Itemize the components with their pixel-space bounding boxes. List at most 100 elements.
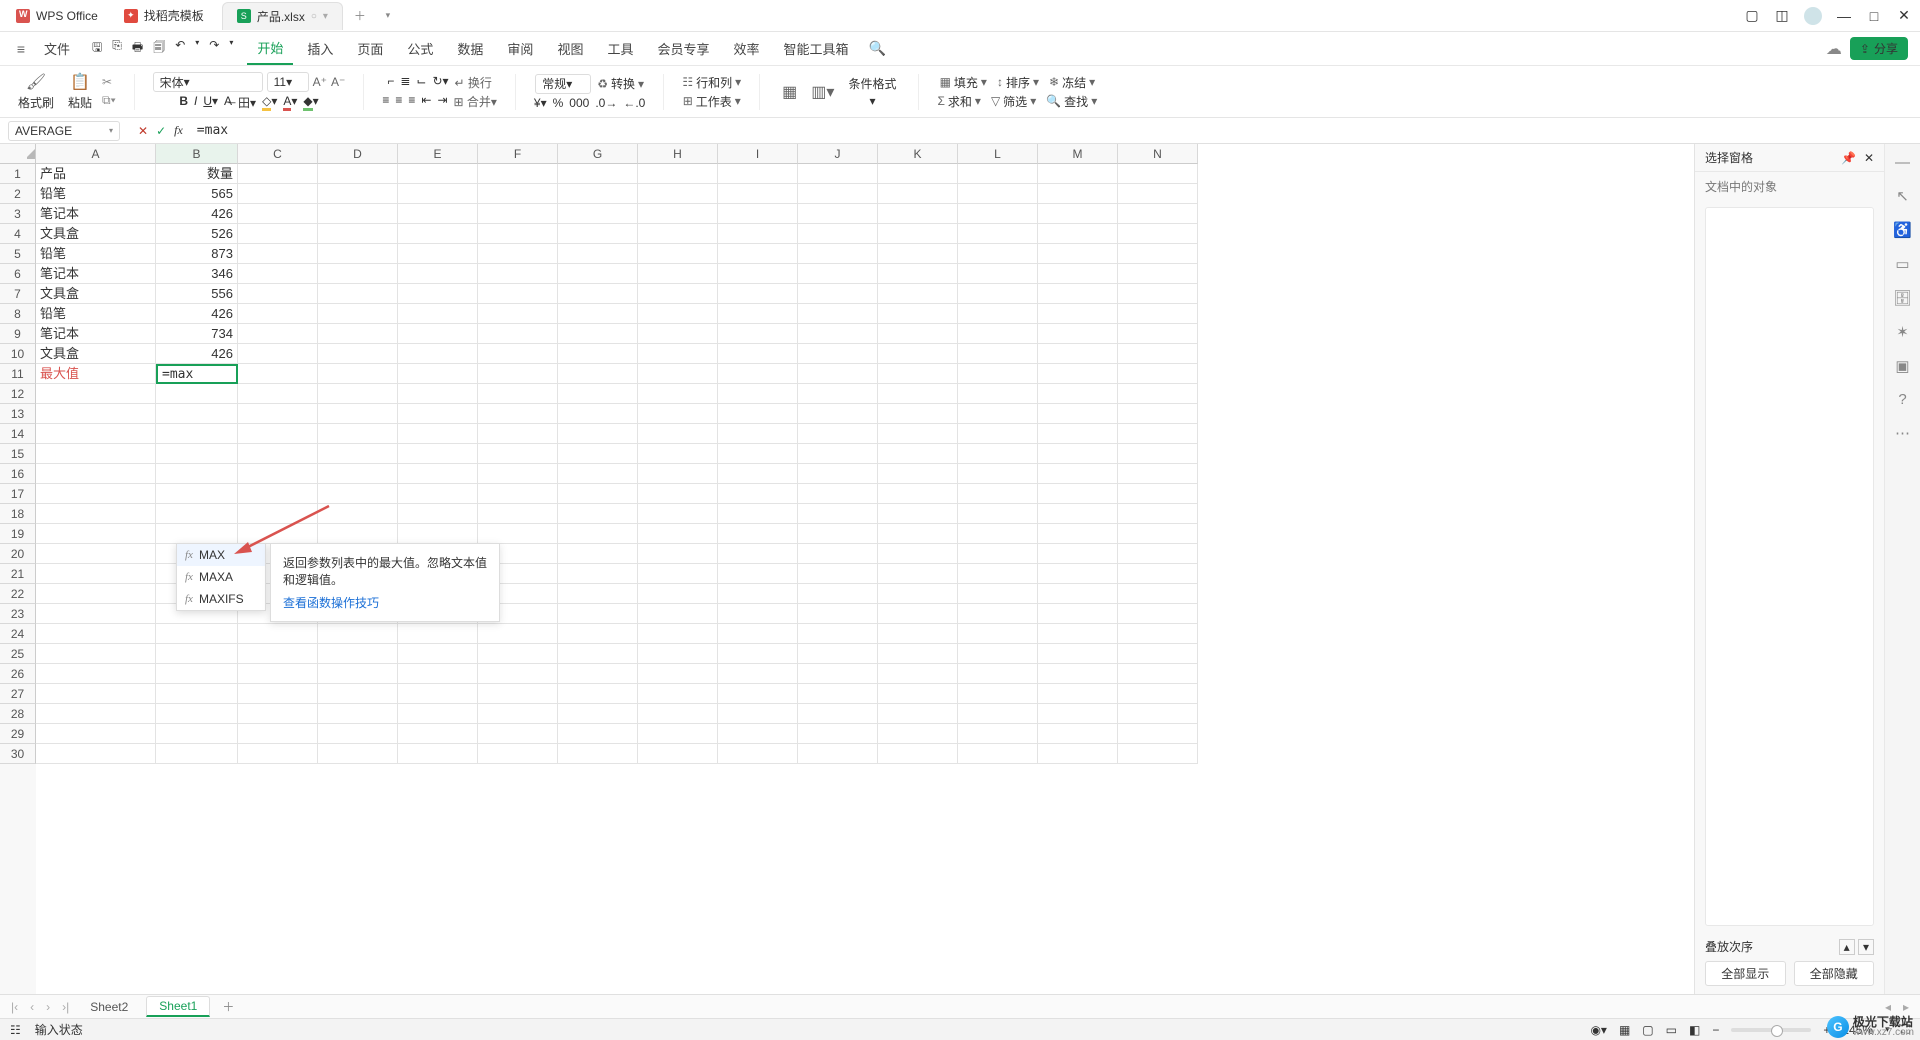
cell[interactable] [36,424,156,444]
cell[interactable] [238,304,318,324]
cell[interactable] [878,304,958,324]
cell[interactable] [718,704,798,724]
cell[interactable] [1038,304,1118,324]
slide-tool-icon[interactable]: ▭ [1895,255,1909,273]
select-all-corner[interactable] [0,144,36,164]
cell[interactable] [958,624,1038,644]
cell[interactable] [398,504,478,524]
row-header[interactable]: 22 [0,584,36,604]
cell[interactable] [36,564,156,584]
cell[interactable] [1118,564,1198,584]
cell[interactable] [398,424,478,444]
cell[interactable] [1118,304,1198,324]
row-header[interactable]: 27 [0,684,36,704]
undo-dropdown-icon[interactable]: ▾ [195,38,199,59]
cell[interactable] [478,644,558,664]
grid-view-icon[interactable]: ▦ [1619,1023,1630,1037]
cell[interactable] [638,344,718,364]
cell[interactable] [238,344,318,364]
cell[interactable] [958,284,1038,304]
cell[interactable] [958,584,1038,604]
cell[interactable] [638,444,718,464]
cell[interactable] [638,364,718,384]
paste-button[interactable]: 📋粘贴 [64,72,96,111]
ac-item-maxifs[interactable]: fxMAXIFS [177,588,265,610]
cell[interactable] [318,664,398,684]
cell[interactable] [638,324,718,344]
cell[interactable] [958,464,1038,484]
cell[interactable] [36,604,156,624]
cell[interactable] [36,744,156,764]
row-header[interactable]: 3 [0,204,36,224]
cell[interactable]: 铅笔 [36,304,156,324]
cell[interactable] [798,684,878,704]
cell[interactable] [798,604,878,624]
cell[interactable] [718,444,798,464]
cell[interactable] [878,284,958,304]
cell[interactable] [478,464,558,484]
cell[interactable] [318,204,398,224]
cell[interactable] [318,184,398,204]
cell[interactable] [478,304,558,324]
cell[interactable] [958,264,1038,284]
cell[interactable] [718,204,798,224]
col-header[interactable]: K [878,144,958,164]
cell[interactable] [398,224,478,244]
cell[interactable] [238,664,318,684]
cell[interactable] [238,644,318,664]
col-header[interactable]: B [156,144,238,164]
cell[interactable] [718,464,798,484]
font-color-icon[interactable]: A▾ [283,94,297,111]
cell[interactable] [558,264,638,284]
cell[interactable] [1038,264,1118,284]
cell[interactable] [1118,704,1198,724]
row-header[interactable]: 15 [0,444,36,464]
show-all-button[interactable]: 全部显示 [1705,961,1786,986]
cell[interactable] [318,504,398,524]
cell[interactable] [398,164,478,184]
cell[interactable] [1038,424,1118,444]
cell[interactable] [398,284,478,304]
cell[interactable] [798,424,878,444]
cell[interactable] [1038,564,1118,584]
cell[interactable] [318,404,398,424]
cell[interactable] [558,404,638,424]
cell[interactable] [718,684,798,704]
cell[interactable] [558,164,638,184]
cell[interactable] [638,704,718,724]
cell[interactable] [798,564,878,584]
cell[interactable] [798,464,878,484]
redo-dropdown-icon[interactable]: ▾ [229,38,233,59]
cell[interactable] [958,224,1038,244]
cell[interactable] [798,244,878,264]
increase-font-icon[interactable]: A⁺ [313,72,327,92]
row-header[interactable]: 18 [0,504,36,524]
cell[interactable] [558,424,638,444]
cell[interactable] [1118,624,1198,644]
cell[interactable] [638,164,718,184]
menu-start[interactable]: 开始 [247,32,293,65]
cell[interactable] [878,584,958,604]
cell[interactable] [558,644,638,664]
fx-icon[interactable]: fx [174,123,183,138]
cell[interactable] [558,704,638,724]
menu-formula[interactable]: 公式 [397,32,443,65]
cell[interactable] [318,424,398,444]
cell[interactable] [156,424,238,444]
cell[interactable] [798,544,878,564]
cell[interactable] [558,484,638,504]
cell[interactable] [478,504,558,524]
cell[interactable] [1118,284,1198,304]
cell[interactable] [878,344,958,364]
inc-decimal-icon[interactable]: .0→ [595,96,617,110]
tab-menu-icon[interactable]: ○ [311,11,317,22]
row-header[interactable]: 30 [0,744,36,764]
cell[interactable] [318,464,398,484]
merge-button[interactable]: ⊞ 合并▾ [454,93,497,110]
cell[interactable] [1038,704,1118,724]
normal-view-icon[interactable]: ▢ [1642,1023,1653,1037]
save-icon[interactable]: 🖫 [92,38,102,59]
cell[interactable] [718,484,798,504]
row-header[interactable]: 20 [0,544,36,564]
cell[interactable] [1118,164,1198,184]
